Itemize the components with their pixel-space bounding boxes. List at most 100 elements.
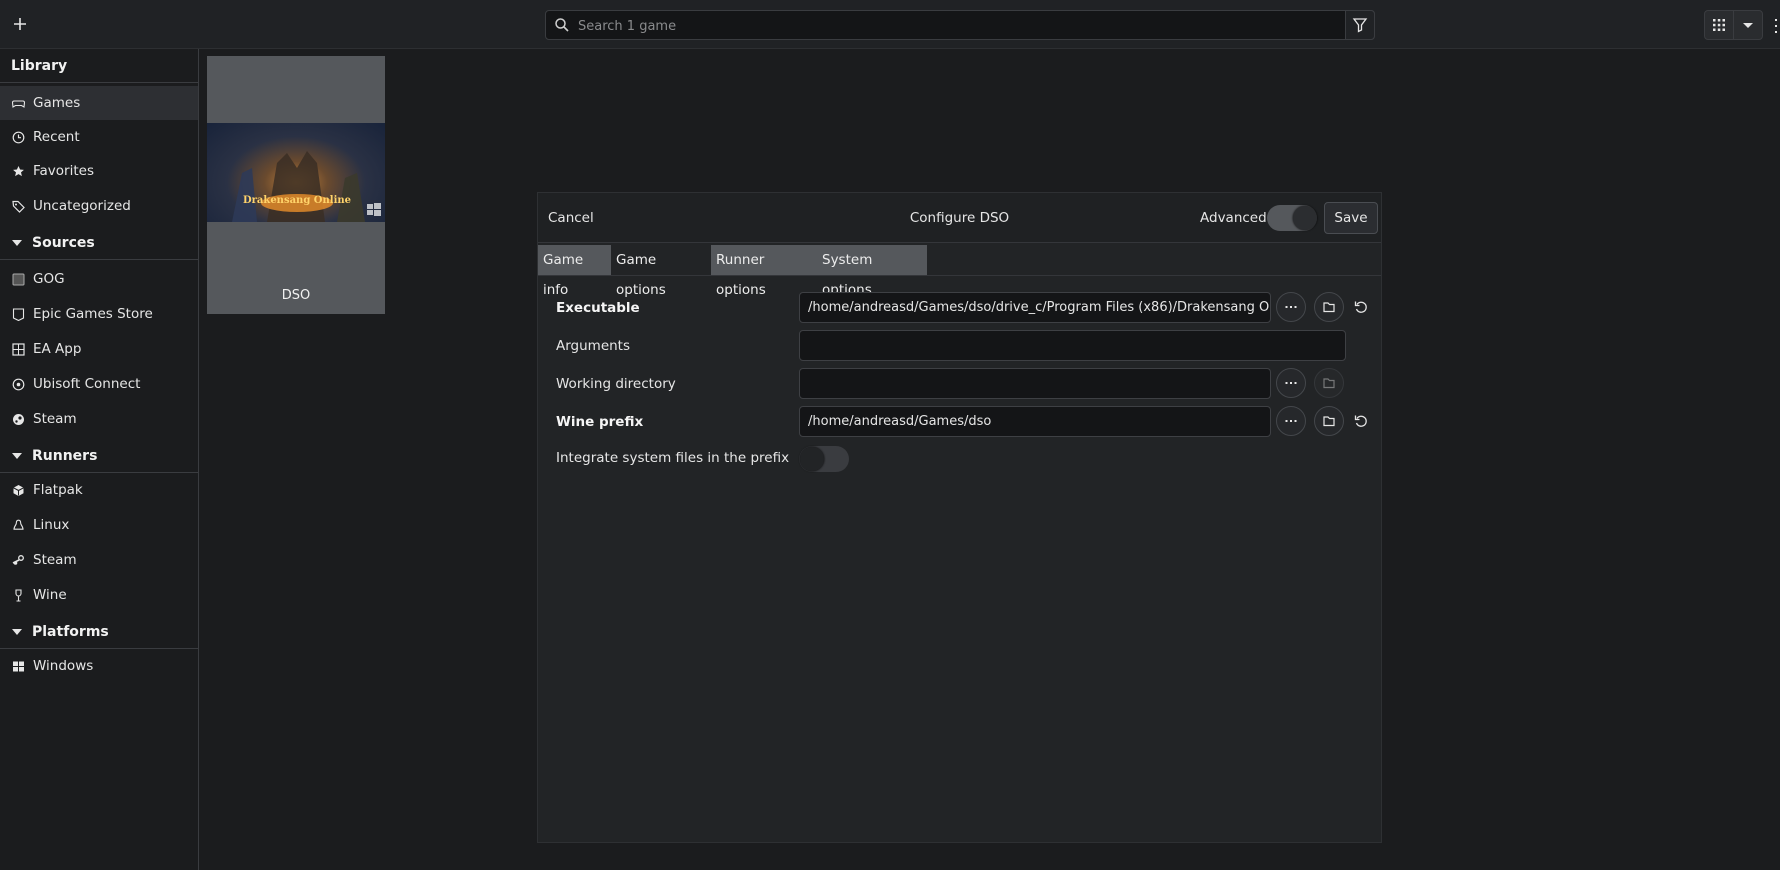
game-cover-image: Drakensang Online <box>207 123 385 222</box>
tab-game-info[interactable]: Game info <box>538 245 611 298</box>
arguments-field[interactable] <box>799 330 1346 361</box>
working-directory-field[interactable] <box>799 368 1271 399</box>
search-box[interactable] <box>545 10 1375 41</box>
tag-icon <box>12 200 25 213</box>
working-directory-browse-menu-button[interactable] <box>1276 368 1306 398</box>
sidebar-item-flatpak[interactable]: Flatpak <box>0 473 198 507</box>
sidebar-heading-runners[interactable]: Runners <box>0 439 198 473</box>
view-mode-button[interactable] <box>1704 10 1734 40</box>
reset-icon[interactable] <box>1354 300 1368 314</box>
reset-icon[interactable] <box>1354 414 1368 428</box>
executable-folder-button[interactable] <box>1314 292 1344 322</box>
flatpak-icon <box>13 485 24 496</box>
filter-button[interactable] <box>1345 10 1375 40</box>
sidebar-item-epic[interactable]: Epic Games Store <box>0 297 198 331</box>
windows-icon <box>13 661 24 672</box>
sidebar-item-label: Steam <box>33 552 77 568</box>
sidebar-item-steam-runner[interactable]: Steam <box>0 543 198 577</box>
arguments-label: Arguments <box>556 338 631 354</box>
configure-dialog: Cancel Configure DSO Advanced Save Game … <box>537 192 1382 843</box>
sidebar-heading-label: Library <box>11 58 68 74</box>
add-game-button[interactable] <box>8 12 32 36</box>
chevron-down-icon <box>1743 23 1753 28</box>
sidebar-item-ubisoft[interactable]: Ubisoft Connect <box>0 367 198 401</box>
view-menu-button[interactable] <box>1733 10 1763 40</box>
sidebar-item-label: Games <box>33 95 81 111</box>
tab-divider <box>538 275 1381 276</box>
executable-field[interactable]: /home/andreasd/Games/dso/drive_c/Program… <box>799 292 1271 323</box>
sidebar-item-label: Uncategorized <box>33 198 131 214</box>
plus-icon <box>14 18 26 30</box>
tab-game-options[interactable]: Game options <box>611 245 711 298</box>
sidebar-item-label: Steam <box>33 411 77 427</box>
wine-prefix-browse-menu-button[interactable] <box>1276 406 1306 436</box>
sidebar-heading-platforms[interactable]: Platforms <box>0 615 198 649</box>
search-input[interactable] <box>576 11 1350 41</box>
game-tile[interactable]: Drakensang Online DSO <box>207 56 385 314</box>
wine-prefix-field[interactable]: /home/andreasd/Games/dso <box>799 406 1271 437</box>
sidebar-heading-label: Runners <box>32 448 98 464</box>
integrate-system-files-label: Integrate system files in the prefix <box>556 450 790 466</box>
sidebar-item-recent[interactable]: Recent <box>0 120 198 154</box>
sidebar-item-wine[interactable]: Wine <box>0 578 198 612</box>
search-icon <box>555 18 569 32</box>
folder-icon <box>1323 416 1335 427</box>
sidebar-item-label: GOG <box>33 271 65 287</box>
gog-icon <box>12 273 25 286</box>
cover-logo-text: Drakensang Online <box>243 195 351 206</box>
sidebar-item-steam-source[interactable]: Steam <box>0 402 198 436</box>
ea-icon <box>12 343 25 356</box>
header-bar <box>0 0 1780 49</box>
sidebar-heading-label: Platforms <box>32 624 109 640</box>
expander-triangle-icon <box>12 629 22 635</box>
folder-icon <box>1323 302 1335 313</box>
sidebar-item-label: Linux <box>33 517 70 533</box>
cover-art: Drakensang Online <box>232 151 381 222</box>
linux-icon <box>13 519 24 530</box>
sidebar-item-label: Flatpak <box>33 482 83 498</box>
wine-icon <box>15 589 22 602</box>
more-horizontal-icon <box>1285 420 1297 422</box>
expander-triangle-icon <box>12 453 22 459</box>
expander-triangle-icon <box>12 240 22 246</box>
gamepad-icon <box>12 100 25 108</box>
sidebar-heading-sources[interactable]: Sources <box>0 226 198 260</box>
sidebar-item-label: Ubisoft Connect <box>33 376 141 392</box>
advanced-toggle[interactable] <box>1267 205 1317 231</box>
ubisoft-icon <box>12 378 25 391</box>
sidebar-item-label: EA App <box>33 341 82 357</box>
game-title: DSO <box>281 288 311 303</box>
executable-browse-menu-button[interactable] <box>1276 292 1306 322</box>
working-directory-label: Working directory <box>556 376 676 392</box>
toggle-knob <box>800 447 824 471</box>
more-vertical-icon <box>1775 19 1777 33</box>
clock-icon <box>12 131 25 144</box>
sidebar-item-linux[interactable]: Linux <box>0 508 198 542</box>
sidebar-item-favorites[interactable]: Favorites <box>0 154 198 188</box>
executable-label: Executable <box>556 300 640 316</box>
sidebar-heading-library: Library <box>0 49 198 83</box>
epic-icon <box>12 308 25 321</box>
overflow-menu-button[interactable] <box>1772 16 1780 36</box>
steam-icon <box>12 555 24 565</box>
sidebar-item-label: Favorites <box>33 163 94 179</box>
sidebar-item-windows[interactable]: Windows <box>0 649 198 683</box>
more-horizontal-icon <box>1285 306 1297 308</box>
sidebar-item-ea[interactable]: EA App <box>0 332 198 366</box>
sidebar: Library Games Recent Favorites Uncategor… <box>0 49 199 870</box>
sidebar-item-gog[interactable]: GOG <box>0 262 198 296</box>
tab-system-options[interactable]: System options <box>817 245 927 298</box>
sidebar-item-label: Recent <box>33 129 80 145</box>
filter-icon <box>1352 18 1368 33</box>
integrate-system-files-toggle[interactable] <box>799 446 849 472</box>
wine-prefix-folder-button[interactable] <box>1314 406 1344 436</box>
tab-runner-options[interactable]: Runner options <box>711 245 817 298</box>
toggle-knob <box>1293 206 1317 230</box>
sidebar-item-uncategorized[interactable]: Uncategorized <box>0 189 198 223</box>
wine-prefix-label: Wine prefix <box>556 414 644 430</box>
working-directory-folder-button[interactable] <box>1314 368 1344 398</box>
sidebar-item-games[interactable]: Games <box>0 86 198 120</box>
folder-icon <box>1323 378 1335 389</box>
save-button[interactable]: Save <box>1324 202 1378 234</box>
grid-view-icon <box>1713 19 1725 31</box>
